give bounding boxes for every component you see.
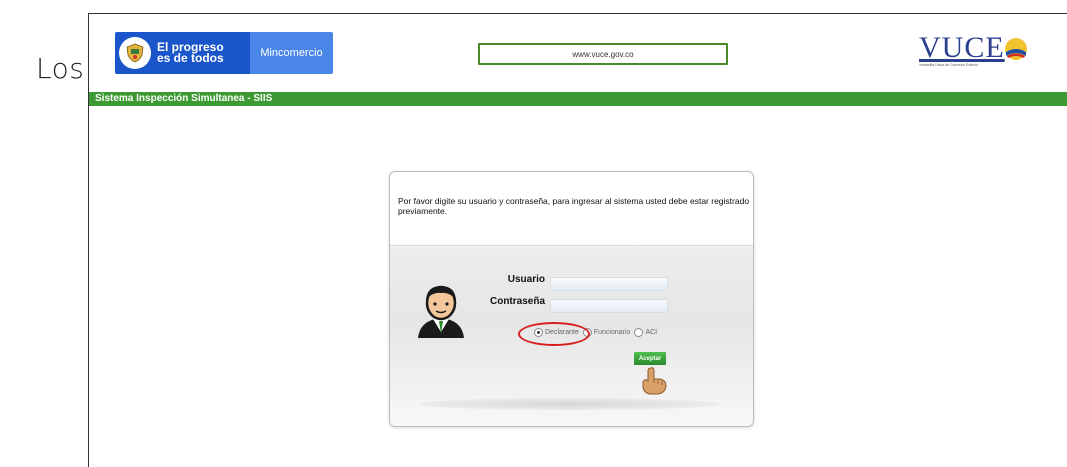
- login-panel: Por favor digite su usuario y contraseña…: [389, 171, 754, 427]
- vuce-sun-icon: [1004, 38, 1027, 60]
- vuce-logo[interactable]: VUCE Ventanilla Única de Comercio Exteri…: [919, 31, 1029, 74]
- radio-aci-label: ACI: [645, 329, 658, 336]
- browser-screenshot-frame: El progreso es de todos Mincomercio www.…: [88, 13, 1067, 467]
- government-badge[interactable]: El progreso es de todos Mincomercio: [115, 32, 333, 74]
- declarante-highlight-annotation: [518, 322, 590, 346]
- login-instructions: Por favor digite su usuario y contraseña…: [398, 196, 750, 216]
- colombia-shield-icon: [119, 37, 151, 69]
- gov-slogan: El progreso es de todos: [157, 41, 224, 65]
- ministry-label: Mincomercio: [250, 32, 333, 74]
- pointing-hand-icon: [642, 367, 667, 395]
- gov-slogan-block: El progreso es de todos: [115, 32, 250, 74]
- radio-funcionario-label: Funcionario: [593, 329, 631, 336]
- password-label: Contraseña: [489, 296, 545, 307]
- password-input[interactable]: [550, 299, 668, 313]
- vuce-subtitle: Ventanilla Única de Comercio Exterior: [919, 63, 978, 67]
- vuce-logo-text: VUCE: [919, 31, 1005, 64]
- user-avatar-icon: [418, 285, 464, 338]
- vuce-url-link[interactable]: www.vuce.gov.co: [478, 43, 728, 65]
- page-header: El progreso es de todos Mincomercio www.…: [89, 14, 1067, 91]
- accept-button[interactable]: Aceptar: [634, 352, 666, 365]
- username-input[interactable]: [550, 277, 668, 291]
- gov-slogan-line2: es de todos: [157, 51, 224, 65]
- panel-divider: [390, 245, 753, 246]
- document-leading-text: Los: [36, 52, 85, 85]
- panel-floor-shadow: [420, 398, 720, 410]
- username-label: Usuario: [507, 274, 545, 285]
- radio-aci[interactable]: [634, 328, 644, 337]
- system-title-bar: Sistema Inspección Simultanea - SIIS: [89, 92, 1067, 106]
